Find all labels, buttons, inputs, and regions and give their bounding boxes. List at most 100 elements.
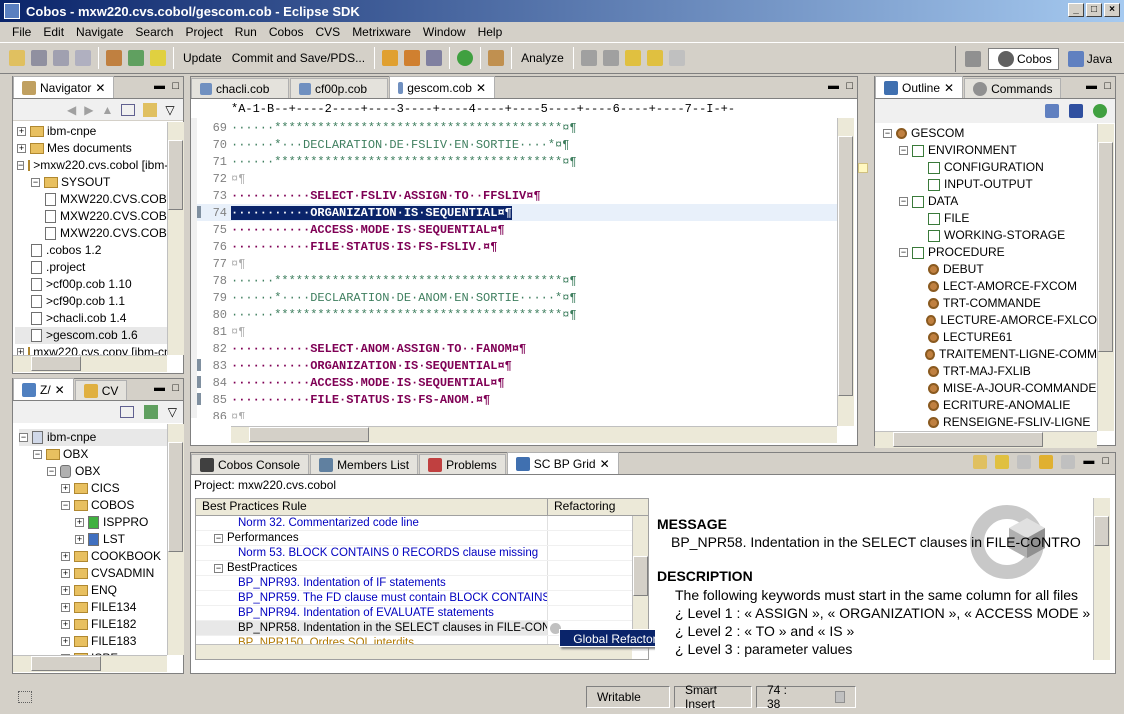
outline-item[interactable]: INPUT-OUTPUT <box>883 176 1097 193</box>
desc-vscroll[interactable] <box>1093 498 1110 660</box>
navigator-item[interactable]: + Mes documents <box>15 140 167 157</box>
bp-grid-vscroll[interactable] <box>632 516 648 644</box>
zos-item[interactable]: − COBOS <box>19 497 167 514</box>
navigator-item[interactable]: MXW220.CVS.COB <box>15 208 167 225</box>
navigator-item[interactable]: .project <box>15 259 167 276</box>
expand-icon[interactable]: + <box>61 586 70 595</box>
maximize-outline-icon[interactable]: □ <box>1104 80 1111 92</box>
bp-grid-row[interactable]: BP_NPR93. Indentation of IF statements <box>196 576 648 591</box>
bp-grid-row[interactable]: − BestPractices <box>196 561 648 576</box>
expand-icon[interactable]: + <box>61 484 70 493</box>
bp-grid-row[interactable]: − Performances <box>196 531 648 546</box>
annotation-next-icon[interactable] <box>602 50 619 66</box>
menu-metrixware[interactable]: Metrixware <box>346 25 417 39</box>
navigator-item[interactable]: MXW220.CVS.COB <box>15 191 167 208</box>
outline-item[interactable]: ECRITURE-ANOMALIE <box>883 397 1097 414</box>
maximize-view-icon[interactable]: □ <box>172 80 179 92</box>
bp-grid-row[interactable]: BP_NPR94. Indentation of EVALUATE statem… <box>196 606 648 621</box>
code-editor[interactable]: 69 ······********************************… <box>197 119 837 419</box>
menu-edit[interactable]: Edit <box>37 25 70 39</box>
zos-item[interactable]: + FILE182 <box>19 616 167 633</box>
col-refactoring-header[interactable]: Refactoring <box>548 499 636 515</box>
editor-tab-gescom[interactable]: gescom.cob ✕ <box>389 76 495 98</box>
editor-hscroll[interactable] <box>231 426 837 443</box>
menu-help[interactable]: Help <box>472 25 509 39</box>
navigator-item[interactable]: + ibm-cnpe <box>15 123 167 140</box>
minimize-panel-icon[interactable]: ▬ <box>1083 455 1094 469</box>
menu-navigate[interactable]: Navigate <box>70 25 129 39</box>
collapse-icon[interactable]: − <box>31 178 40 187</box>
minimize-editor-icon[interactable]: ▬ <box>828 80 839 92</box>
editor-tab-chacli[interactable]: chacli.cob <box>191 78 289 98</box>
minimize-view-icon[interactable]: ▬ <box>154 80 165 92</box>
code-line[interactable]: 79 ······*····DECLARATION·DE·ANOM·EN·SORT… <box>197 289 837 306</box>
back-icon[interactable] <box>646 50 663 66</box>
forward-arrow-icon[interactable]: ▶ <box>84 103 93 117</box>
zos-menu-icon[interactable]: ▽ <box>168 405 177 419</box>
code-line[interactable]: 77 ¤¶ <box>197 255 837 272</box>
tab-sc-bp-grid[interactable]: SC BP Grid ✕ <box>506 452 619 474</box>
code-line[interactable]: 74 ···········ORGANIZATION·IS·SEQUENTIAL¤… <box>197 204 837 221</box>
view-menu-icon[interactable]: ▽ <box>165 103 174 117</box>
annotation-prev-icon[interactable] <box>580 50 597 66</box>
back-arrow-icon[interactable]: ◀ <box>67 103 76 117</box>
navigator-item[interactable]: − >mxw220.cvs.cobol [ibm-c <box>15 157 167 174</box>
navigator-item[interactable]: >cf00p.cob 1.10 <box>15 276 167 293</box>
code-line[interactable]: 71 ······********************************… <box>197 153 837 170</box>
code-line[interactable]: 80 ······********************************… <box>197 306 837 323</box>
expand-icon[interactable]: + <box>61 620 70 629</box>
navigator-item[interactable]: >chacli.cob 1.4 <box>15 310 167 327</box>
tab-outline[interactable]: Outline ✕ <box>875 76 964 98</box>
zos-item[interactable]: + FILE134 <box>19 599 167 616</box>
minimize-outline-icon[interactable]: ▬ <box>1086 80 1097 92</box>
overview-marker[interactable] <box>858 163 868 173</box>
code-line[interactable]: 70 ······*···DECLARATION·DE·FSLIV·EN·SORT… <box>197 136 837 153</box>
up-arrow-icon[interactable] <box>1061 455 1076 469</box>
warning-marker-icon[interactable] <box>197 376 201 388</box>
navigator-item[interactable]: .cobos 1.2 <box>15 242 167 259</box>
tab-cobos-console[interactable]: Cobos Console <box>191 454 310 474</box>
zos-item[interactable]: + ENQ <box>19 582 167 599</box>
pen-icon[interactable] <box>426 50 443 66</box>
tab-commands[interactable]: Commands <box>964 78 1062 98</box>
sort-az-icon[interactable] <box>1045 104 1059 118</box>
menu-cobos[interactable]: Cobos <box>263 25 310 39</box>
collapse-icon[interactable]: − <box>899 146 908 155</box>
outline-item[interactable]: FILE <box>883 210 1097 227</box>
zos-item[interactable]: + ISPPRO <box>19 514 167 531</box>
tab-problems[interactable]: Problems <box>419 454 506 474</box>
navigator-item[interactable]: + mxw220.cvs.copy [ibm-cn <box>15 344 167 355</box>
save-icon[interactable] <box>31 50 47 66</box>
outline-item[interactable]: TRT-COMMANDE <box>883 295 1097 312</box>
editor-tab-cf00p[interactable]: cf00p.cob <box>290 78 388 98</box>
outline-item[interactable]: − DATA <box>883 193 1097 210</box>
menu-cvs[interactable]: CVS <box>310 25 347 39</box>
zos-collapse-icon[interactable] <box>119 406 134 418</box>
code-line[interactable]: 81 ¤¶ <box>197 323 837 340</box>
refresh-icon[interactable] <box>1093 104 1107 118</box>
zos-item[interactable]: − OBX <box>19 446 167 463</box>
outline-item[interactable]: DEBUT <box>883 261 1097 278</box>
outline-item[interactable]: TRT-MAJ-FXLIB <box>883 363 1097 380</box>
outline-item[interactable]: TRAITEMENT-LIGNE-COMM <box>883 346 1097 363</box>
zos-item[interactable]: − ibm-cnpe <box>19 429 167 446</box>
hierarchy-icon[interactable] <box>1069 104 1083 118</box>
new-icon[interactable] <box>9 50 25 66</box>
outline-item[interactable]: RENSEIGNE-FSLIV-LIGNE <box>883 414 1097 431</box>
expand-icon[interactable]: + <box>75 518 84 527</box>
outline-item[interactable]: LECTURE61 <box>883 329 1097 346</box>
open-perspective-icon[interactable] <box>965 51 981 67</box>
prev-icon[interactable] <box>995 455 1010 469</box>
menu-project[interactable]: Project <box>179 25 228 39</box>
expand-icon[interactable]: + <box>17 348 25 355</box>
outline-item[interactable]: MISE-A-JOUR-COMMANDE <box>883 380 1097 397</box>
outline-item[interactable]: − ENVIRONMENT <box>883 142 1097 159</box>
editor-vscroll[interactable] <box>837 118 854 426</box>
collapse-icon[interactable]: − <box>33 450 42 459</box>
menu-search[interactable]: Search <box>129 25 179 39</box>
next-icon[interactable] <box>1017 455 1032 469</box>
outline-item[interactable]: LECTURE-AMORCE-FXLCO <box>883 312 1097 329</box>
code-line[interactable]: 72 ¤¶ <box>197 170 837 187</box>
navigator-item[interactable]: >cf90p.cob 1.1 <box>15 293 167 310</box>
code-line[interactable]: 85 ···········FILE·STATUS·IS·FS-ANOM.¤¶ <box>197 391 837 408</box>
